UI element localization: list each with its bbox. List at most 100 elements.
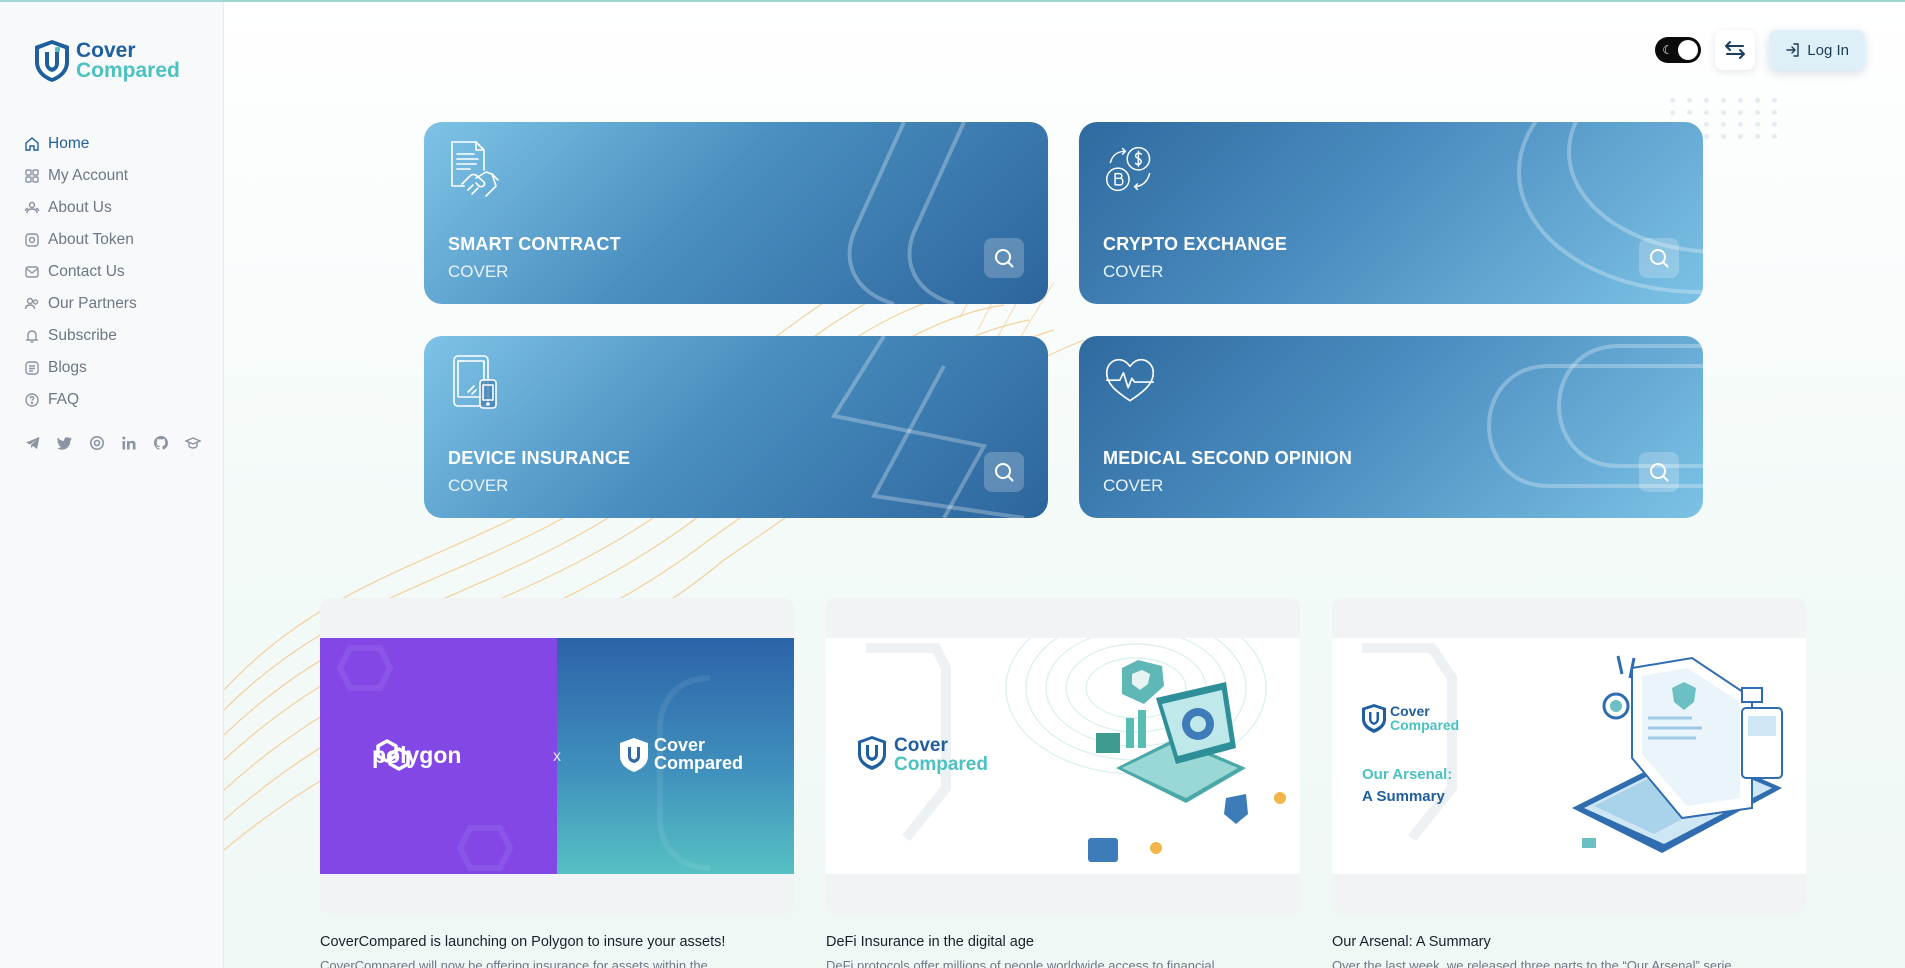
cover-subtitle: COVER (448, 476, 509, 495)
image-heading-line-2: A Summary (1362, 788, 1445, 805)
cover-card-crypto-exchange[interactable]: CRYPTO EXCHANGE COVER (1079, 122, 1703, 304)
top-bar: ☾ Log In (1655, 30, 1865, 70)
card-decoration (1517, 122, 1703, 294)
sidebar-item-label: Home (48, 135, 90, 152)
help-icon (24, 392, 40, 408)
swap-arrows-icon (1725, 41, 1746, 59)
cover-card-device-insurance[interactable]: DEVICE INSURANCE COVER (424, 336, 1048, 518)
partners-icon (24, 296, 40, 312)
shield-logo-icon (35, 40, 69, 82)
sidebar-item-my-account[interactable]: My Account (24, 160, 137, 192)
search-icon (995, 249, 1014, 268)
login-icon (1786, 43, 1799, 57)
card-decoration (847, 122, 966, 304)
collab-x: x (553, 748, 561, 765)
social-links (24, 434, 202, 452)
sidebar-item-label: My Account (48, 167, 129, 184)
instagram-icon[interactable] (88, 434, 106, 452)
heart-pulse-icon (1105, 358, 1155, 402)
image-brand-line-2: Compared (894, 754, 988, 775)
token-icon (24, 232, 40, 248)
cover-subtitle: COVER (448, 262, 509, 281)
card-search-button[interactable] (984, 452, 1024, 492)
polygon-wordmark: polygon (372, 742, 462, 768)
card-search-button[interactable] (1639, 238, 1679, 278)
image-brand-line-1: Cover (1390, 703, 1430, 719)
cover-subtitle: COVER (1103, 262, 1164, 281)
blog-excerpt: CoverCompared will now be offering insur… (320, 958, 708, 968)
image-heading-line-1: Our Arsenal: (1362, 766, 1453, 783)
cover-subtitle: COVER (1103, 476, 1164, 495)
cover-title: DEVICE INSURANCE (448, 448, 631, 468)
blog-image-polygon: polygon x Cover Compared (320, 638, 794, 874)
sidebar-item-label: About Us (48, 199, 112, 216)
login-button[interactable]: Log In (1769, 30, 1865, 70)
blog-thumbnail[interactable]: Cover Compared (826, 598, 1300, 914)
image-brand-line-1: Cover (894, 735, 948, 756)
cover-compared-shield-icon (620, 738, 648, 772)
linkedin-icon[interactable] (120, 434, 138, 452)
blog-title[interactable]: CoverCompared is launching on Polygon to… (320, 934, 794, 950)
blog-card[interactable]: Cover Compared Our Arsenal: A Summary Ou… (1332, 598, 1806, 968)
blog-title[interactable]: DeFi Insurance in the digital age (826, 934, 1300, 950)
blog-card[interactable]: polygon x Cover Compared CoverCompared i… (320, 598, 794, 968)
theme-toggle[interactable]: ☾ (1655, 37, 1702, 63)
cover-title: MEDICAL SECOND OPINION (1103, 448, 1353, 468)
device-icon (453, 355, 497, 409)
brand-line-1: Cover (76, 39, 136, 62)
sidebar: Cover Compared Home My Account About Us … (0, 0, 224, 968)
blog-card[interactable]: Cover Compared DeFi Insurance in the dig… (826, 598, 1300, 968)
sidebar-nav: Home My Account About Us About Token Con… (24, 128, 137, 416)
sidebar-item-label: Our Partners (48, 295, 137, 312)
sidebar-item-about-us[interactable]: About Us (24, 192, 137, 224)
cover-card-smart-contract[interactable]: SMART CONTRACT COVER (424, 122, 1048, 304)
search-icon (995, 463, 1014, 482)
blog-image-defi: Cover Compared (826, 638, 1300, 874)
telegram-icon[interactable] (24, 434, 42, 452)
image-brand-line-2: Compared (654, 753, 744, 773)
blog-title[interactable]: Our Arsenal: A Summary (1332, 934, 1806, 950)
main-content: ☾ Log In SMART CONTRACT COVER CRYPTO EXC… (224, 0, 1905, 968)
sidebar-item-about-token[interactable]: About Token (24, 224, 137, 256)
card-search-button[interactable] (984, 238, 1024, 278)
card-decoration (1486, 344, 1703, 488)
users-icon (24, 200, 40, 216)
blog-excerpt: Over the last week, we released three pa… (1332, 958, 1732, 968)
moon-icon: ☾ (1662, 43, 1674, 57)
contract-handshake-icon (451, 141, 499, 197)
bell-icon (24, 328, 40, 344)
sidebar-item-label: Contact Us (48, 263, 125, 280)
arsenal-illustration (1362, 643, 1783, 853)
sidebar-item-our-partners[interactable]: Our Partners (24, 288, 137, 320)
sidebar-item-subscribe[interactable]: Subscribe (24, 320, 137, 352)
sidebar-item-label: About Token (48, 231, 134, 248)
education-icon[interactable] (184, 434, 202, 452)
sidebar-item-contact-us[interactable]: Contact Us (24, 256, 137, 288)
search-icon (1650, 249, 1669, 268)
home-icon (24, 136, 40, 152)
login-label: Log In (1807, 41, 1849, 59)
search-icon (1650, 463, 1669, 482)
toggle-knob (1678, 40, 1699, 60)
twitter-icon[interactable] (56, 434, 74, 452)
card-decoration (830, 336, 1025, 518)
image-brand-line-1: Cover (654, 735, 706, 755)
blog-thumbnail[interactable]: polygon x Cover Compared (320, 598, 794, 914)
brand-logo[interactable]: Cover Compared (32, 38, 180, 84)
cover-card-medical-second-opinion[interactable]: MEDICAL SECOND OPINION COVER (1079, 336, 1703, 518)
blog-icon (24, 360, 40, 376)
crypto-exchange-icon (1105, 146, 1151, 192)
blog-thumbnail[interactable]: Cover Compared Our Arsenal: A Summary (1332, 598, 1806, 914)
grid-icon (24, 168, 40, 184)
sidebar-item-home[interactable]: Home (24, 128, 137, 160)
sidebar-item-label: Blogs (48, 359, 87, 376)
image-brand-line-2: Compared (1390, 717, 1460, 733)
sidebar-item-faq[interactable]: FAQ (24, 384, 137, 416)
sidebar-item-label: Subscribe (48, 327, 117, 344)
blog-excerpt: DeFi protocols offer millions of people … (826, 958, 1215, 968)
swap-button[interactable] (1715, 30, 1756, 70)
card-search-button[interactable] (1639, 452, 1679, 492)
cover-title: CRYPTO EXCHANGE (1103, 234, 1288, 254)
sidebar-item-blogs[interactable]: Blogs (24, 352, 137, 384)
github-icon[interactable] (152, 434, 170, 452)
